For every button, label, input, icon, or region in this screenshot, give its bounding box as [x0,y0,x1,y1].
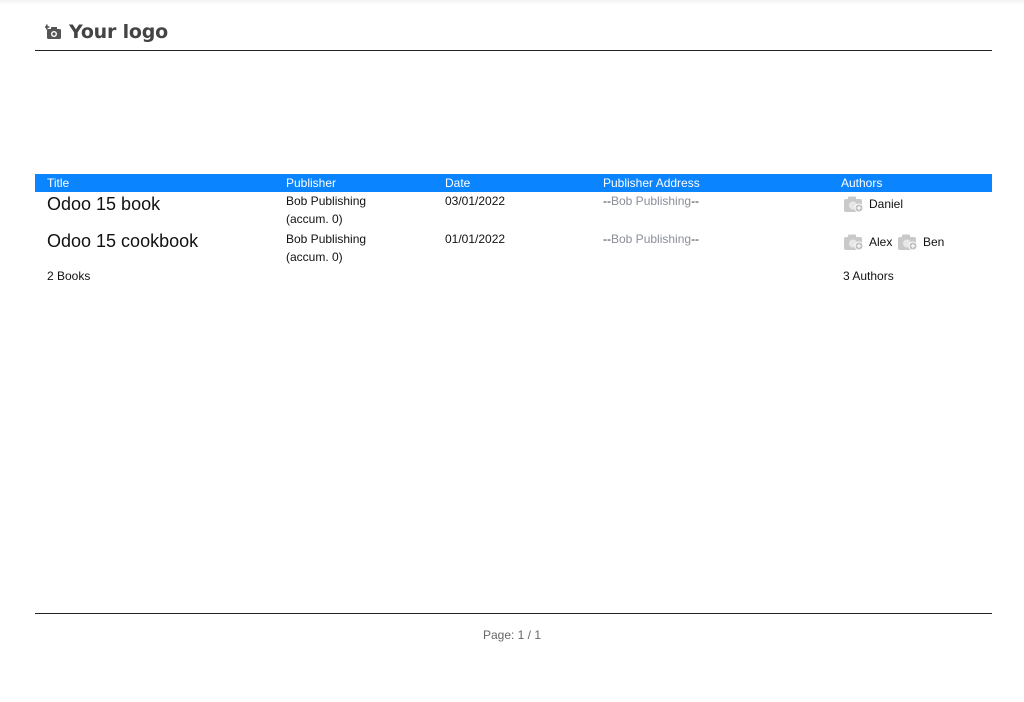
column-authors: Authors [841,176,883,190]
author-alex: Alex [843,233,892,251]
camera-placeholder-icon [844,234,864,251]
address-name: Bob Publishing [611,232,692,246]
authors-count: 3 Authors [843,269,894,283]
top-shade [0,0,1024,4]
book-date: 03/01/2022 [445,194,506,208]
author-daniel: Daniel [843,195,903,213]
address-suffix: -- [691,232,700,246]
address-prefix: -- [603,232,611,246]
footer-rule [35,613,992,614]
company-logo: Your logo [45,20,168,44]
camera-placeholder-icon [844,196,864,213]
header-rule [35,50,992,51]
publisher-accum: (accum. 0) [286,212,343,226]
author-name: Daniel [869,197,904,211]
address-name: Bob Publishing [611,194,692,208]
column-publisher-address: Publisher Address [603,176,700,190]
publisher-name: Bob Publishing [286,232,367,246]
author-name: Ben [923,235,945,249]
column-publisher: Publisher [286,176,337,190]
publisher-accum: (accum. 0) [286,250,343,264]
column-date: Date [445,176,471,190]
camera-icon [45,24,61,39]
author-name: Alex [869,235,893,249]
books-count: 2 Books [47,269,91,283]
table-header: Title Publisher Date Publisher Address A… [35,174,992,192]
publisher-name: Bob Publishing [286,194,367,208]
address-suffix: -- [691,194,700,208]
column-title: Title [47,176,70,190]
author-ben: Ben [897,233,944,251]
address-prefix: -- [603,194,611,208]
book-title: Odoo 15 book [47,194,161,214]
book-title: Odoo 15 cookbook [47,231,199,251]
book-date: 01/01/2022 [445,232,506,246]
page-number: Page: 1 / 1 [482,628,542,642]
camera-placeholder-icon [898,234,918,251]
publisher-address: --Bob Publishing-- [603,192,699,210]
publisher-address: --Bob Publishing-- [603,230,699,248]
logo-text: Your logo [69,21,168,43]
